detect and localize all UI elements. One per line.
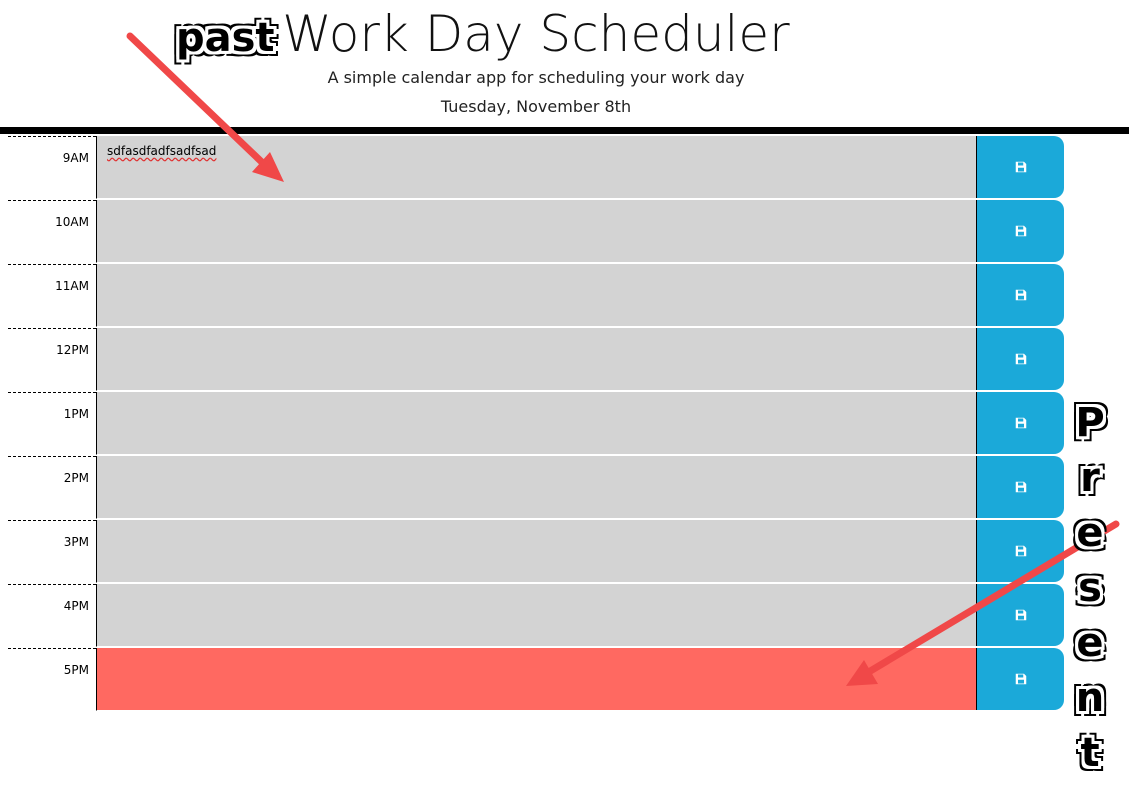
- time-block-row: 11AM: [8, 264, 1064, 328]
- save-icon: [1015, 353, 1026, 365]
- save-button[interactable]: [976, 584, 1064, 646]
- hour-label: 10AM: [8, 200, 96, 263]
- time-block-row: 3PM: [8, 520, 1064, 584]
- current-date: Tuesday, November 8th: [440, 97, 632, 116]
- hour-label: 5PM: [8, 648, 96, 711]
- save-icon: [1015, 161, 1026, 173]
- time-block-row: 4PM: [8, 584, 1064, 648]
- time-block-row: 1PM: [8, 392, 1064, 456]
- event-text: sdfasdfadfsadfsad: [107, 144, 217, 158]
- save-button[interactable]: [976, 648, 1064, 710]
- time-block-row: 10AM: [8, 200, 1064, 264]
- event-description[interactable]: [96, 520, 976, 583]
- event-description[interactable]: [96, 392, 976, 455]
- save-button[interactable]: [976, 520, 1064, 582]
- save-icon: [1015, 289, 1026, 301]
- page-title: Work Day Scheduler: [282, 5, 790, 63]
- save-button[interactable]: [976, 264, 1064, 326]
- header: Work Day Scheduler A simple calendar app…: [0, 0, 1129, 128]
- header-divider: [0, 127, 1129, 134]
- time-block-row: 2PM: [8, 456, 1064, 520]
- time-block-row: 9AM sdfasdfadfsadfsad: [8, 136, 1064, 200]
- event-description[interactable]: sdfasdfadfsadfsad: [96, 136, 976, 199]
- present-letter: t: [1080, 730, 1100, 776]
- present-letter: e: [1076, 620, 1104, 666]
- hour-label: 2PM: [8, 456, 96, 519]
- hour-label: 9AM: [8, 136, 96, 199]
- present-letter: s: [1078, 565, 1102, 611]
- time-block-row: 5PM: [8, 648, 1064, 712]
- present-annotation: Present: [1068, 396, 1112, 781]
- event-description[interactable]: [96, 264, 976, 327]
- save-icon: [1015, 481, 1026, 493]
- save-button[interactable]: [976, 328, 1064, 390]
- save-icon: [1015, 673, 1026, 685]
- hour-label: 4PM: [8, 584, 96, 647]
- save-icon: [1015, 225, 1026, 237]
- present-letter: P: [1075, 400, 1105, 446]
- hour-label: 1PM: [8, 392, 96, 455]
- event-description[interactable]: [96, 648, 976, 711]
- time-block-list: 9AM sdfasdfadfsadfsad 10AM 11AM 12PM 1PM 2PM 3P…: [8, 136, 1064, 712]
- event-description[interactable]: [96, 584, 976, 647]
- save-button[interactable]: [976, 456, 1064, 518]
- page-subtitle: A simple calendar app for scheduling you…: [327, 68, 745, 87]
- past-annotation: past: [176, 15, 275, 61]
- event-description[interactable]: [96, 456, 976, 519]
- present-letter: r: [1080, 455, 1100, 501]
- hour-label: 11AM: [8, 264, 96, 327]
- event-description[interactable]: [96, 200, 976, 263]
- present-letter: n: [1075, 675, 1105, 721]
- save-icon: [1015, 545, 1026, 557]
- hour-label: 3PM: [8, 520, 96, 583]
- present-letter: e: [1076, 510, 1104, 556]
- save-icon: [1015, 609, 1026, 621]
- save-icon: [1015, 417, 1026, 429]
- event-description[interactable]: [96, 328, 976, 391]
- hour-label: 12PM: [8, 328, 96, 391]
- save-button[interactable]: [976, 200, 1064, 262]
- time-block-row: 12PM: [8, 328, 1064, 392]
- save-button[interactable]: [976, 136, 1064, 198]
- save-button[interactable]: [976, 392, 1064, 454]
- scheduler-page: Work Day Scheduler A simple calendar app…: [0, 0, 1129, 792]
